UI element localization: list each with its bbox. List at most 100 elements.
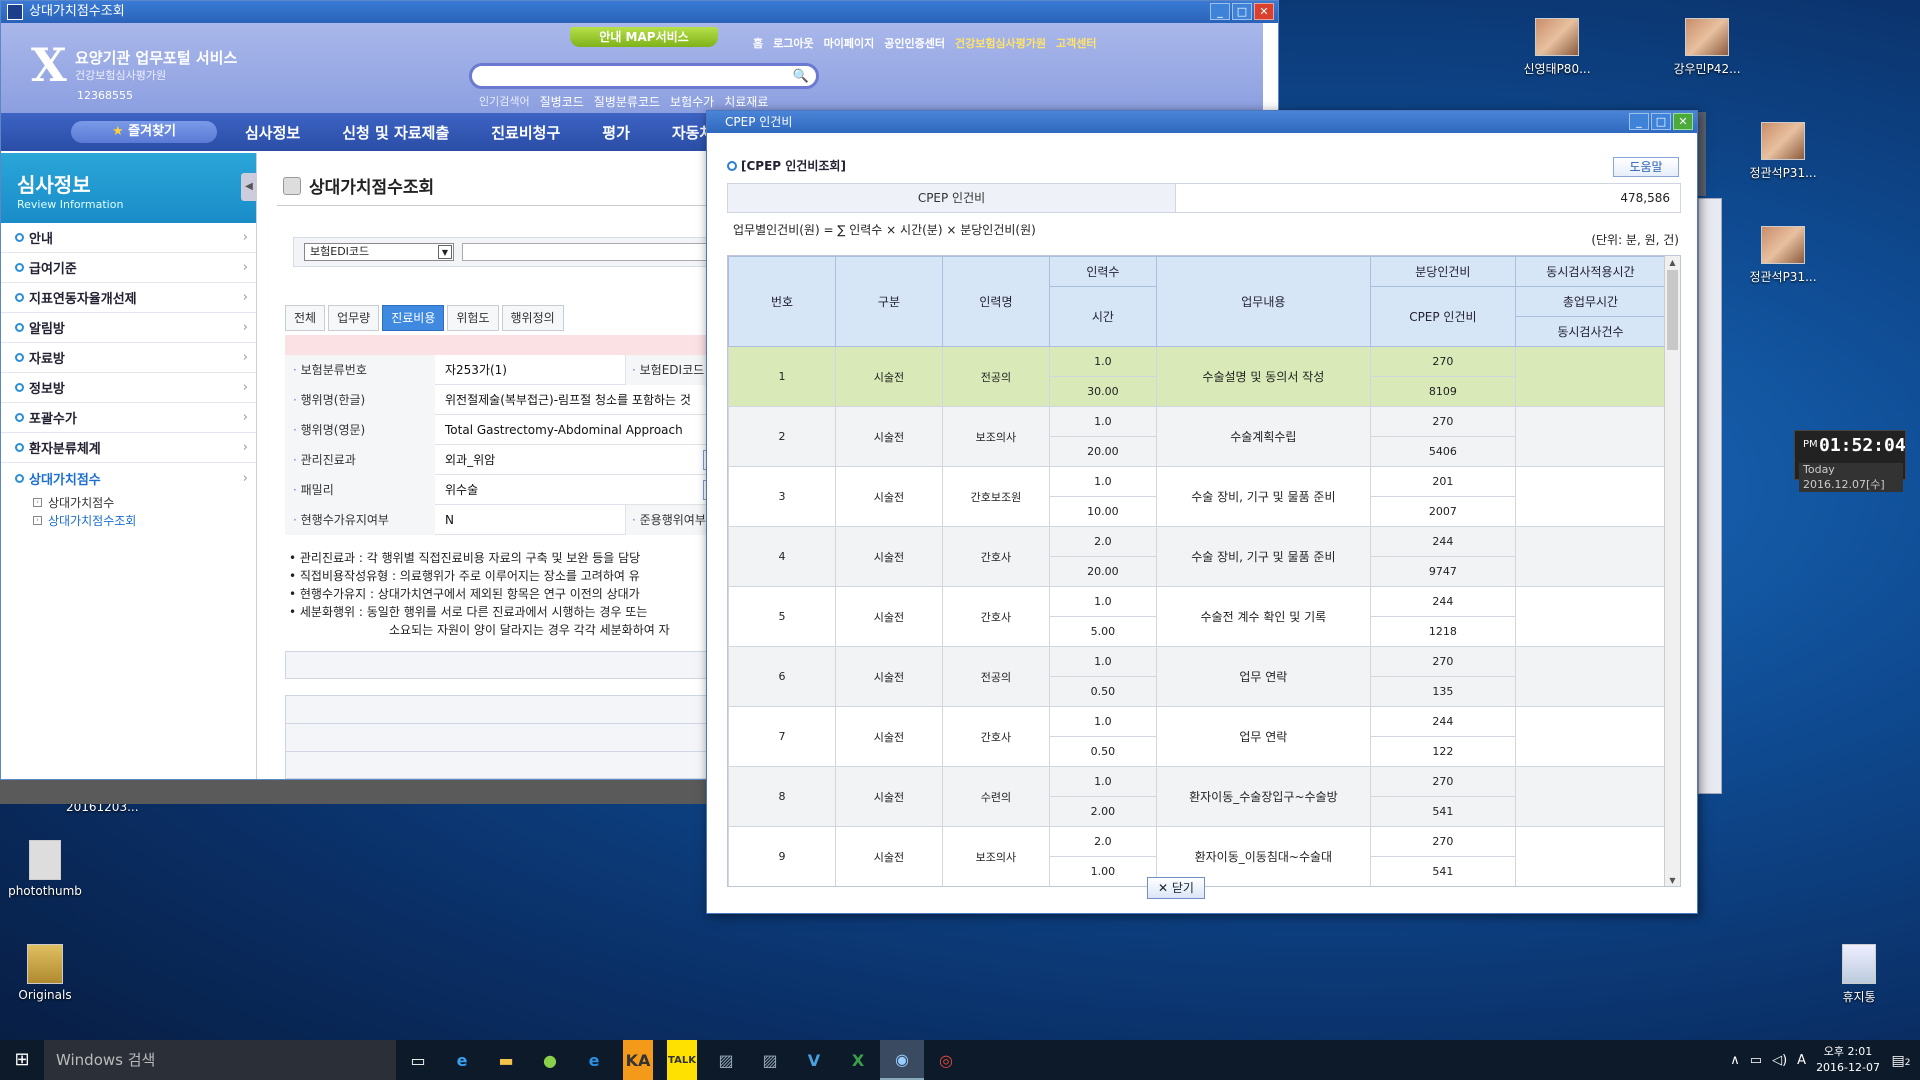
left-sub-rvs[interactable]: › 상대가치점수	[1, 493, 256, 511]
gnb-menu-review[interactable]: 심사정보	[245, 122, 300, 143]
kakao-a-icon[interactable]: KA	[623, 1040, 653, 1080]
left-item-data[interactable]: 자료방 ›	[1, 343, 256, 373]
close-button[interactable]: ✕	[1254, 3, 1274, 20]
tray-clock[interactable]: 오후 2:01 2016-12-07	[1816, 1044, 1880, 1076]
gnb-menu-apply[interactable]: 신청 및 자료제출	[342, 122, 449, 143]
taskbar-search-input[interactable]: Windows 검색	[44, 1040, 396, 1080]
table-row[interactable]: 9 시술전 보조의사 2.0 환자이동_이동침대~수술대 270	[728, 826, 1667, 886]
tab-definition[interactable]: 행위정의	[501, 305, 564, 331]
cell-task: 수술계획수립	[1155, 406, 1371, 467]
top-link-customer[interactable]: 고객센터	[1056, 35, 1096, 51]
desktop-icon-file-3[interactable]: 정관석P31...	[1738, 122, 1828, 181]
v-app-icon[interactable]: V	[792, 1040, 836, 1080]
tab-workload[interactable]: 업무량	[328, 305, 380, 331]
cell-time: 2.00	[1048, 796, 1157, 827]
table-row[interactable]: 1 시술전 전공의 1.0 수술설명 및 동의서 작성 270	[728, 346, 1667, 407]
popup-maximize-button[interactable]: □	[1651, 113, 1671, 130]
top-link-hira[interactable]: 건강보험심사평가원	[955, 35, 1046, 51]
network-icon[interactable]: ▭	[1750, 1053, 1762, 1068]
tray-date: 2016-12-07	[1816, 1061, 1880, 1074]
cell-count: 1.0	[1048, 466, 1157, 497]
volume-icon[interactable]: ◁)	[1772, 1053, 1787, 1068]
gnb-menu-eval[interactable]: 평가	[602, 122, 630, 143]
scroll-thumb[interactable]	[1667, 270, 1678, 350]
desktop-icon-file-4[interactable]: 정관석P31...	[1738, 226, 1828, 285]
top-link-logout[interactable]: 로그아웃	[773, 35, 813, 51]
collapse-panel-button[interactable]: ◀	[241, 173, 257, 201]
windows-start-icon[interactable]: ⊞	[0, 1040, 44, 1080]
sync-app-2-icon[interactable]: ▨	[748, 1040, 792, 1080]
desktop-icon-originals[interactable]: Originals	[0, 944, 90, 1002]
cell-category: 시술전	[834, 766, 943, 827]
col-time: 시간	[1048, 286, 1157, 347]
desktop-icon-file-1[interactable]: 신영태P80...	[1512, 18, 1602, 77]
minimize-button[interactable]: _	[1210, 3, 1230, 20]
main-window-titlebar[interactable]: 상대가치점수조회 _ □ ✕	[1, 1, 1278, 23]
left-item-drg[interactable]: 포괄수가 ›	[1, 403, 256, 433]
table-row[interactable]: 6 시술전 전공의 1.0 업무 연락 270	[728, 646, 1667, 707]
top-link-home[interactable]: 홈	[753, 35, 763, 51]
table-row[interactable]: 2 시술전 보조의사 1.0 수술계획수립 270	[728, 406, 1667, 467]
code-type-select[interactable]: 보험EDI코드 ▼	[304, 243, 454, 261]
quick-link-disease-code[interactable]: 질병코드	[540, 93, 584, 110]
cell-time: 10.00	[1048, 496, 1157, 527]
table-row[interactable]: 4 시술전 간호사 2.0 수술 장비, 기구 및 물품 준비 244	[728, 526, 1667, 587]
close-button[interactable]: ✕ 닫기	[1147, 877, 1205, 899]
file-explorer-icon[interactable]: ▬	[484, 1040, 528, 1080]
left-item-info[interactable]: 정보방 ›	[1, 373, 256, 403]
tab-cost[interactable]: 진료비용	[382, 305, 445, 331]
left-item-notice[interactable]: 알림방 ›	[1, 313, 256, 343]
hira-app-icon[interactable]: ◉	[880, 1040, 924, 1080]
popup-minimize-button[interactable]: _	[1629, 113, 1649, 130]
scroll-up-icon[interactable]: ▲	[1665, 256, 1680, 270]
top-link-cert[interactable]: 공인인증센터	[884, 35, 945, 51]
left-sub-rvs-query[interactable]: › 상대가치점수조회	[1, 511, 256, 529]
tray-expand-icon[interactable]: ∧	[1730, 1053, 1740, 1068]
internet-explorer-icon[interactable]: e	[572, 1040, 616, 1080]
task-view-icon[interactable]: ▭	[396, 1040, 440, 1080]
left-item-benefit[interactable]: 급여기준 ›	[1, 253, 256, 283]
excel-icon[interactable]: X	[836, 1040, 880, 1080]
field-value: 외과_위암	[445, 453, 496, 467]
tab-all[interactable]: 전체	[285, 305, 326, 331]
kakao-chat-icon[interactable]: ●	[528, 1040, 572, 1080]
search-icon[interactable]: 🔍	[792, 69, 810, 85]
desktop-icon-photothumb[interactable]: photothumb	[0, 840, 90, 898]
popup-titlebar[interactable]: CPEP 인건비 _ □ ✕	[707, 111, 1697, 133]
table-row[interactable]: 8 시술전 수련의 1.0 환자이동_수술장입구~수술방 270	[728, 766, 1667, 827]
desktop-icon-file-2[interactable]: 강우민P42...	[1662, 18, 1752, 77]
table-scrollbar[interactable]: ▲ ▼	[1664, 256, 1680, 886]
left-item-indicator[interactable]: 지표연동자율개선제 ›	[1, 283, 256, 313]
desktop-icon-recycle-bin[interactable]: 휴지통	[1814, 944, 1904, 1005]
quick-link-disease-class[interactable]: 질병분류코드	[594, 93, 660, 110]
cell-per-min: 270	[1369, 826, 1516, 857]
help-button[interactable]: 도움말	[1613, 157, 1679, 177]
ime-indicator[interactable]: A	[1797, 1053, 1806, 1068]
left-item-patient-class[interactable]: 환자분류체계 ›	[1, 433, 256, 463]
favorites-button[interactable]: ★ 즐겨찾기	[71, 121, 217, 143]
edge-icon[interactable]: e	[440, 1040, 484, 1080]
scroll-down-icon[interactable]: ▼	[1665, 874, 1680, 886]
tab-risk[interactable]: 위험도	[447, 305, 499, 331]
top-link-mypage[interactable]: 마이페이지	[824, 35, 875, 51]
gnb-menu-claim[interactable]: 진료비청구	[491, 122, 560, 143]
popup-close-icon[interactable]: ✕	[1673, 113, 1693, 130]
table-row[interactable]: 3 시술전 간호보조원 1.0 수술 장비, 기구 및 물품 준비 201	[728, 466, 1667, 527]
site-search-input[interactable]: 🔍	[469, 63, 819, 89]
maximize-button[interactable]: □	[1232, 3, 1252, 20]
hira-logo-icon[interactable]: X	[31, 41, 67, 89]
quick-link-fee[interactable]: 보험수가	[670, 93, 714, 110]
notification-icon[interactable]: ▤2	[1888, 1048, 1914, 1074]
quick-link-material[interactable]: 치료재료	[724, 93, 768, 110]
table-row[interactable]: 7 시술전 간호사 1.0 업무 연락 244	[728, 706, 1667, 767]
table-body: 1 시술전 전공의 1.0 수술설명 및 동의서 작성 270 30.00 8109 2 시술전 보…	[728, 346, 1667, 886]
sync-app-icon[interactable]: ▨	[704, 1040, 748, 1080]
map-service-button[interactable]: 안내 MAP서비스	[570, 27, 718, 47]
cell-concurrent	[1514, 646, 1667, 707]
chrome-icon[interactable]: ◎	[924, 1040, 968, 1080]
cell-staff: 간호사	[941, 526, 1050, 587]
left-item-guide[interactable]: 안내 ›	[1, 223, 256, 253]
kakaotalk-icon[interactable]: TALK	[667, 1040, 697, 1080]
left-item-rvs[interactable]: 상대가치점수 ›	[1, 463, 256, 493]
table-row[interactable]: 5 시술전 간호사 1.0 수술전 계수 확인 및 기록 244	[728, 586, 1667, 647]
